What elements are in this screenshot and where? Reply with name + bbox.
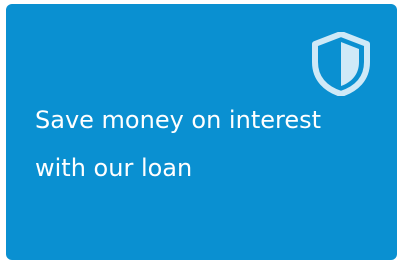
promo-text: Save money on interest with our loan: [35, 106, 322, 182]
shield-icon-half: [341, 42, 359, 86]
shield-icon: [312, 32, 370, 96]
loan-promo-card[interactable]: Save money on interest with our loan: [6, 4, 397, 260]
